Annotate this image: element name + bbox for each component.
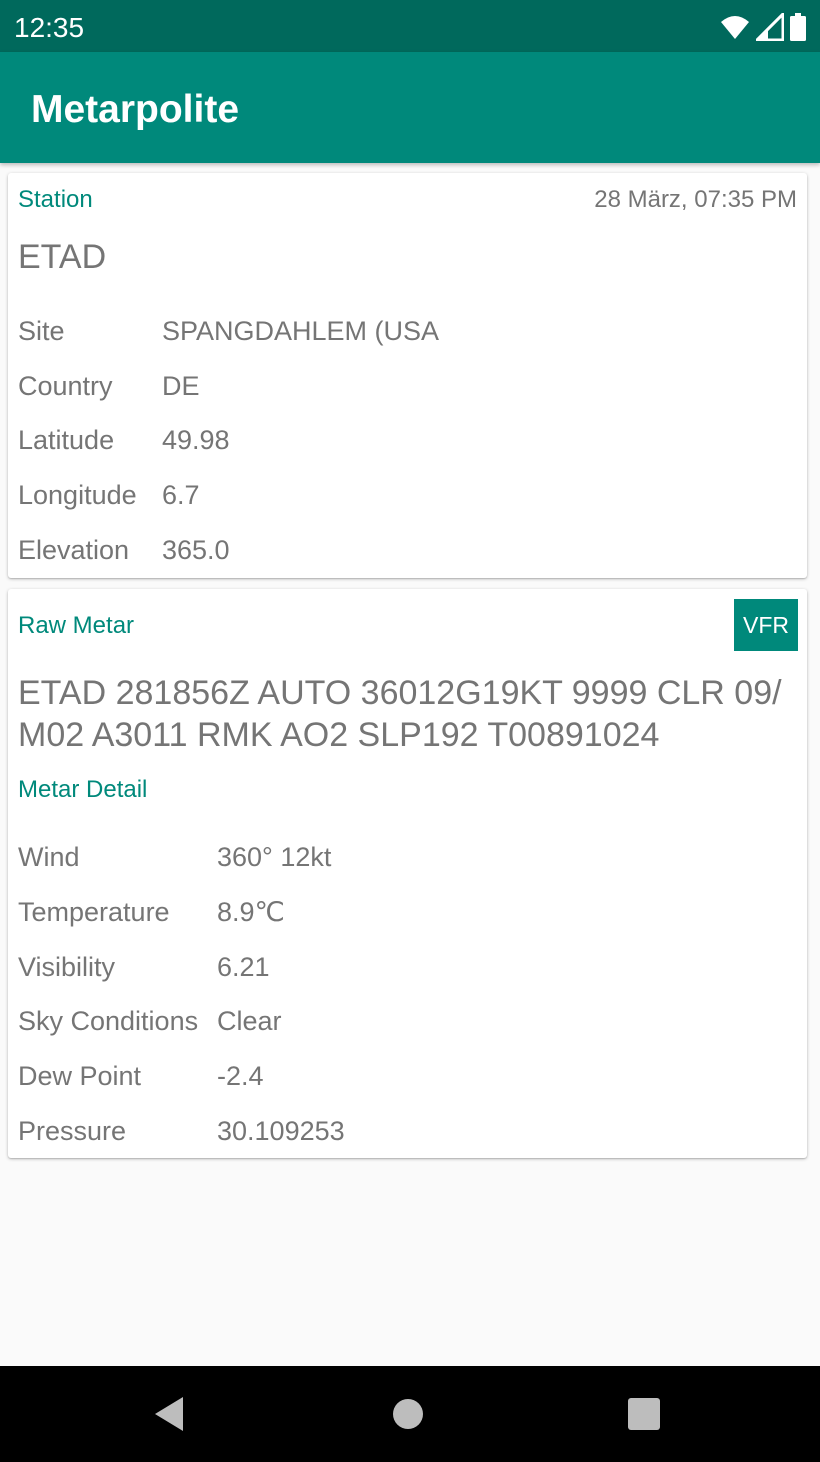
metar-detail-label-text: Pressure [18, 1116, 127, 1146]
station-section-label: Station [18, 186, 93, 213]
metar-detail-value: 6.21 [217, 952, 270, 982]
station-row-value: SPANGDAHLEM (USA [162, 316, 440, 346]
metar-detail-label-text: Visibility [18, 952, 116, 982]
metar-detail-value: 30.109253 [217, 1116, 345, 1146]
station-timestamp: 28 März, 07:35 PM [594, 186, 797, 213]
station-row-value: 365.0 [162, 535, 230, 565]
raw-metar-label: Raw Metar [18, 612, 135, 639]
metar-detail-label-text: Wind [18, 842, 80, 872]
home-icon[interactable] [388, 1394, 428, 1434]
station-row-label: Latitude [18, 425, 115, 455]
app-title: Metarpolite [31, 88, 240, 131]
signal-icon [756, 13, 784, 41]
status-bar: 12:35 [0, 0, 820, 52]
back-icon[interactable] [150, 1394, 190, 1434]
raw-metar-line: M02 A3011 RMK AO2 SLP192 T00891024 [18, 716, 660, 754]
station-row-label: Country [18, 371, 113, 401]
metar-detail-label-text: Temperature [18, 897, 170, 927]
flight-category-badge: VFR [734, 599, 798, 651]
app-bar: Metarpolite [0, 52, 820, 163]
status-time: 12:35 [14, 12, 85, 43]
metar-card: Raw Metar VFR ETAD 281856Z AUTO 36012G19… [8, 589, 807, 1158]
metar-detail-label-text: Sky Conditions [18, 1006, 199, 1036]
station-row-label: Longitude [18, 480, 137, 510]
metar-detail-value: 8.9℃ [217, 897, 285, 927]
recents-icon[interactable] [624, 1394, 664, 1434]
metar-detail-label: Metar Detail [18, 776, 148, 803]
station-id: ETAD [18, 238, 107, 276]
metar-detail-value: 360° 12kt [217, 842, 332, 872]
navigation-bar [0, 1366, 820, 1462]
metar-detail-value: -2.4 [217, 1061, 264, 1091]
battery-icon [790, 13, 806, 41]
station-row-value: 49.98 [162, 425, 230, 455]
station-row-value: 6.7 [162, 480, 200, 510]
station-row-label: Elevation [18, 535, 130, 565]
status-icons [720, 12, 806, 42]
station-card: Station 28 März, 07:35 PM ETAD Site SPAN… [8, 173, 807, 578]
station-row-label: Site [18, 316, 65, 346]
station-row-value: DE [162, 371, 200, 401]
wifi-icon [721, 16, 749, 39]
raw-metar-line: ETAD 281856Z AUTO 36012G19KT 9999 CLR 09… [18, 674, 782, 712]
metar-detail-label-text: Dew Point [18, 1061, 142, 1091]
metar-detail-value: Clear [217, 1006, 282, 1036]
